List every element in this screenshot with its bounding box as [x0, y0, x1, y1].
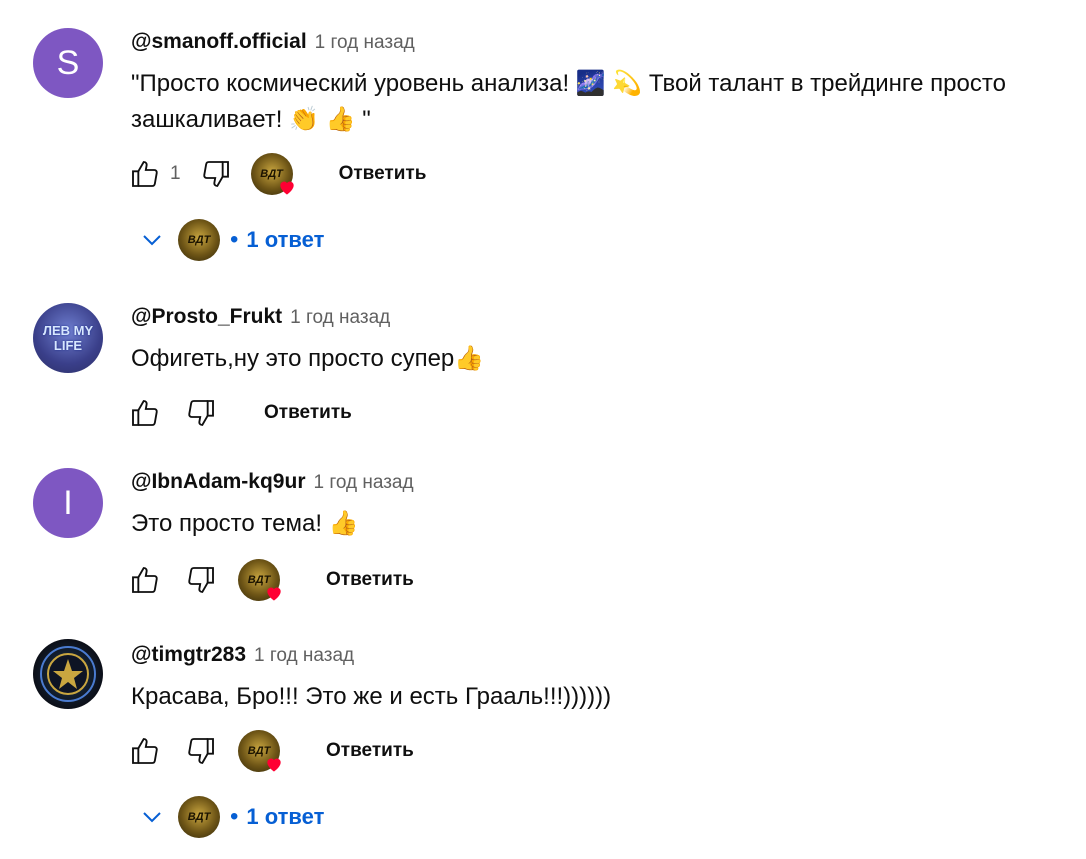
thumbs-up-icon: [132, 400, 158, 426]
heart-icon: [267, 758, 281, 772]
creator-avatar-text: ВДТ: [187, 811, 211, 823]
comment-text-line: зашкаливает! 👏 👍 ": [131, 106, 371, 133]
thumbs-down-icon: [188, 567, 214, 593]
creator-heart-badge: ВДТ: [250, 153, 294, 195]
comment-text: Офигеть,ну это просто супер👍: [131, 341, 1061, 377]
action-toolbar: 1 ВДТ Ответить: [128, 153, 427, 195]
like-count: 1: [170, 163, 181, 184]
chevron-down-icon: [143, 235, 161, 246]
like-button[interactable]: [128, 396, 162, 430]
thumbs-up-icon: [132, 567, 158, 593]
avatar[interactable]: I: [33, 468, 103, 538]
author-name[interactable]: @Prosto_Frukt: [131, 305, 282, 329]
heart-icon: [279, 181, 294, 195]
chevron-down-icon: [143, 812, 161, 823]
dislike-button[interactable]: [199, 157, 233, 191]
comment-header: @smanoff.official 1 год назад: [131, 30, 415, 56]
creator-avatar: ВДТ: [178, 796, 220, 838]
reply-button[interactable]: Ответить: [326, 569, 414, 591]
reply-button[interactable]: Ответить: [339, 163, 427, 185]
thumbs-up-icon: [132, 161, 158, 187]
author-name[interactable]: @IbnAdam-kq9ur: [131, 470, 306, 494]
avatar[interactable]: S: [33, 28, 103, 98]
action-toolbar: Ответить: [128, 393, 352, 433]
avatar[interactable]: [33, 639, 103, 709]
heart-icon: [267, 587, 281, 601]
like-button[interactable]: [128, 734, 162, 768]
comment-time[interactable]: 1 год назад: [315, 32, 415, 54]
creator-heart-badge: ВДТ: [238, 730, 281, 772]
comment-header: @IbnAdam-kq9ur 1 год назад: [131, 470, 414, 496]
avatar-letter: I: [63, 483, 73, 522]
avatar-letter: S: [56, 43, 80, 82]
comment-text-line: Красава, Бро!!! Это же и есть Грааль!!!)…: [131, 683, 612, 710]
replies-count[interactable]: 1 ответ: [246, 804, 324, 830]
comment-time[interactable]: 1 год назад: [314, 472, 414, 494]
dislike-button[interactable]: [184, 396, 218, 430]
action-toolbar: ВДТ Ответить: [128, 559, 414, 601]
creator-heart-badge: ВДТ: [238, 559, 281, 601]
separator-dot: •: [230, 803, 239, 830]
comment-header: @Prosto_Frukt 1 год назад: [131, 305, 390, 331]
comment-time[interactable]: 1 год назад: [254, 645, 354, 667]
replies-toggle[interactable]: ВДТ • 1 ответ: [140, 218, 324, 262]
creator-avatar-text: ВДТ: [187, 234, 211, 246]
like-button[interactable]: [128, 157, 162, 191]
dislike-button[interactable]: [184, 563, 218, 597]
thumbs-down-icon: [202, 161, 229, 187]
thumbs-down-icon: [188, 738, 214, 764]
creator-avatar: ВДТ: [178, 219, 220, 261]
like-button[interactable]: [128, 563, 162, 597]
reply-button[interactable]: Ответить: [264, 402, 352, 424]
comment-text: "Просто космический уровень анализа! 🌌 💫…: [131, 66, 1061, 138]
author-name[interactable]: @smanoff.official: [131, 30, 307, 54]
reply-button[interactable]: Ответить: [326, 740, 414, 762]
replies-count[interactable]: 1 ответ: [246, 227, 324, 253]
emblem-icon: [40, 646, 96, 702]
thumbs-up-icon: [132, 738, 158, 764]
comment-text-line: "Просто космический уровень анализа! 🌌 💫…: [131, 70, 1006, 97]
comment-text-line: Офигеть,ну это просто супер👍: [131, 345, 485, 372]
separator-dot: •: [230, 226, 239, 253]
comment-time[interactable]: 1 год назад: [290, 307, 390, 329]
author-name[interactable]: @timgtr283: [131, 643, 246, 667]
action-toolbar: ВДТ Ответить: [128, 730, 414, 772]
replies-toggle[interactable]: ВДТ • 1 ответ: [140, 795, 324, 839]
comment-header: @timgtr283 1 год назад: [131, 643, 354, 669]
comment-text: Это просто тема! 👍: [131, 506, 1061, 542]
avatar-image-text: ЛЕВ MY LIFE: [42, 323, 94, 353]
thumbs-down-icon: [188, 400, 214, 426]
comment-text: Красава, Бро!!! Это же и есть Грааль!!!)…: [131, 679, 1061, 715]
comment-text-line: Это просто тема! 👍: [131, 510, 359, 537]
avatar[interactable]: ЛЕВ MY LIFE: [33, 303, 103, 373]
dislike-button[interactable]: [184, 734, 218, 768]
